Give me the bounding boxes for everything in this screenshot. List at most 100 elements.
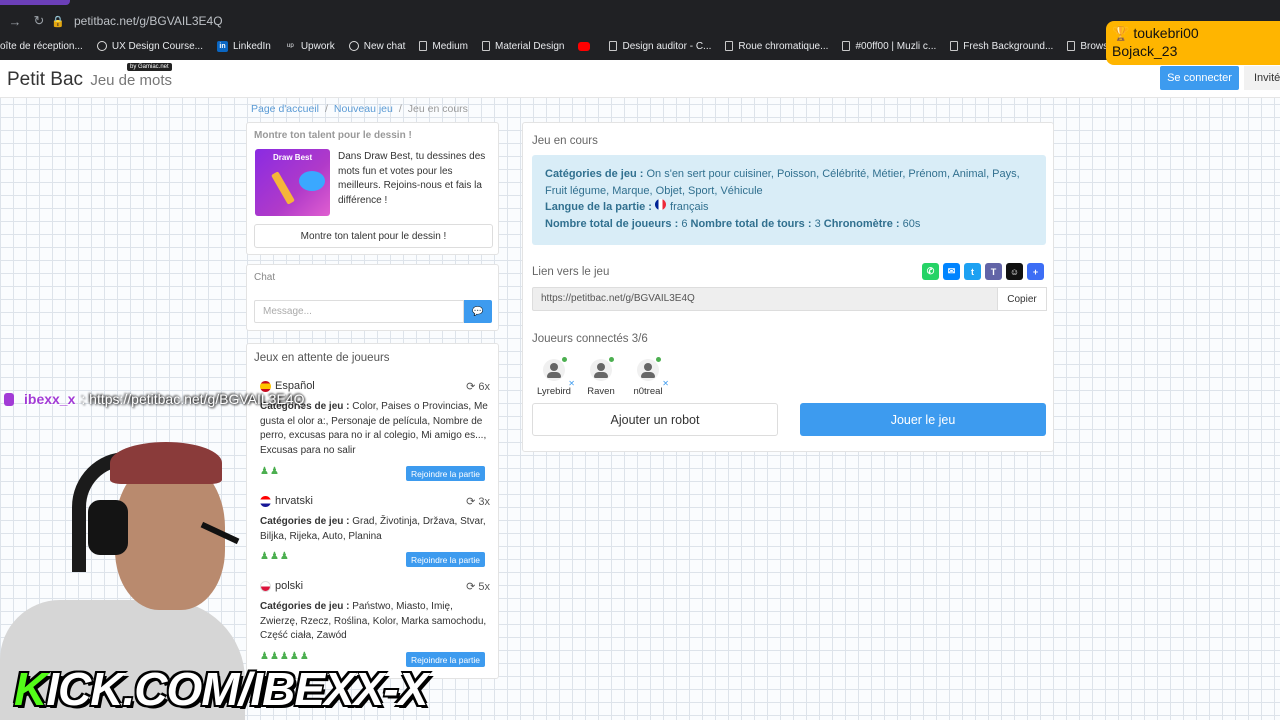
- remove-player-icon[interactable]: ✕: [662, 379, 669, 388]
- teams-icon[interactable]: T: [985, 263, 1002, 280]
- youtube-icon: [578, 41, 591, 51]
- game-categories: Catégories de jeu : Grad, Životinja, Drž…: [260, 516, 486, 542]
- speech-bubble-icon: [299, 171, 325, 191]
- current-game-title: Jeu en cours: [532, 135, 598, 147]
- game-categories: Catégories de jeu : On s'en sert pour cu…: [545, 168, 1020, 197]
- draw-best-image[interactable]: Draw Best: [255, 149, 330, 216]
- chat-message-input[interactable]: Message...: [254, 300, 464, 323]
- game-link-input[interactable]: https://petitbac.net/g/BGVAIL3E4Q: [532, 287, 998, 311]
- lock-icon[interactable]: 🔒: [48, 15, 68, 28]
- refresh-icon: ⟳: [466, 496, 479, 508]
- kick-channel-watermark: KICK.COM/IBEXX-X: [14, 663, 428, 715]
- join-game-button[interactable]: Rejoindre la partie: [406, 466, 485, 481]
- online-status-icon: [656, 357, 661, 362]
- bookmark-muzli[interactable]: #00ff00 | Muzli c...: [842, 41, 936, 52]
- upwork-icon: ᵘᵖ: [286, 41, 294, 51]
- messenger-icon[interactable]: ✉: [943, 263, 960, 280]
- bookmark-youtube[interactable]: [578, 41, 595, 51]
- copy-link-button[interactable]: Copier: [998, 287, 1047, 311]
- doc-icon: [481, 41, 490, 51]
- snapchat-icon[interactable]: ☺: [1006, 263, 1023, 280]
- breadcrumb-separator: /: [398, 103, 402, 115]
- doc-icon: [950, 41, 959, 51]
- join-game-button[interactable]: Rejoindre la partie: [406, 552, 485, 567]
- webcam-beanie: [110, 442, 222, 484]
- croatia-flag-icon: [260, 495, 271, 507]
- breadcrumb-current: Jeu en cours: [407, 103, 468, 115]
- forward-icon[interactable]: →: [6, 14, 24, 29]
- doc-icon: [609, 41, 618, 51]
- chat-badge-icon: [4, 392, 14, 406]
- game-language: hrvatski: [260, 495, 313, 507]
- bookmark-upwork[interactable]: ᵘᵖ Upwork: [285, 41, 335, 52]
- share-buttons: ✆ ✉ t T ☺ +: [922, 263, 1044, 280]
- breadcrumb: Page d'accueil / Nouveau jeu / Jeu en co…: [251, 103, 468, 115]
- france-flag-icon: [655, 199, 667, 210]
- brush-icon: [271, 171, 295, 205]
- circle-icon: [96, 41, 107, 51]
- player-n0treal[interactable]: ✕ n0treal: [626, 357, 670, 397]
- linkedin-icon: in: [217, 40, 228, 52]
- game-categories: Catégories de jeu : Color, Paises o Prov…: [260, 401, 488, 456]
- promo-description: Dans Draw Best, tu dessines des mots fun…: [338, 151, 486, 206]
- doc-icon: [419, 41, 428, 51]
- game-players-icon: ♟♟♟♟♟: [260, 651, 310, 662]
- whatsapp-icon[interactable]: ✆: [922, 263, 939, 280]
- site-logo[interactable]: Petit Bac Jeu de mots: [7, 69, 172, 91]
- bookmark-new-chat[interactable]: New chat: [348, 41, 405, 52]
- login-button[interactable]: Se connecter: [1160, 66, 1239, 90]
- promo-button[interactable]: Montre ton talent pour le dessin !: [254, 224, 493, 248]
- doc-icon: [725, 41, 734, 51]
- bookmark-roue-chromatique[interactable]: Roue chromatique...: [725, 41, 828, 52]
- chat-label: Chat: [254, 272, 276, 283]
- online-status-icon: [562, 357, 567, 362]
- send-icon: 💬: [472, 306, 484, 316]
- bookmark-medium[interactable]: Medium: [419, 41, 468, 52]
- breadcrumb-separator: /: [324, 103, 328, 115]
- doc-icon: [1067, 41, 1076, 51]
- player-raven[interactable]: Raven: [579, 357, 623, 397]
- browser-chrome: → ↻ 🔒 petitbac.net/g/BGVAIL3E4Q oîte de …: [0, 0, 1280, 60]
- player-lyrebird[interactable]: ✕ Lyrebird: [532, 357, 576, 397]
- bookmark-design-auditor[interactable]: Design auditor - C...: [609, 41, 711, 52]
- refresh-icon: ⟳: [466, 581, 479, 593]
- play-game-button[interactable]: Jouer le jeu: [800, 403, 1046, 436]
- twitter-icon[interactable]: t: [964, 263, 981, 280]
- stream-top-viewers-overlay: 🏆 toukebri00 Bojack_23: [1106, 21, 1280, 65]
- game-link-label: Lien vers le jeu: [532, 266, 610, 278]
- gamiac-badge: by Gamiac.net: [127, 63, 172, 71]
- url-text[interactable]: petitbac.net/g/BGVAIL3E4Q: [74, 14, 223, 28]
- breadcrumb-home[interactable]: Page d'accueil: [251, 103, 319, 115]
- breadcrumb-new-game[interactable]: Nouveau jeu: [334, 103, 393, 115]
- add-robot-button[interactable]: Ajouter un robot: [532, 403, 778, 436]
- chat-card: Chat Message... 💬: [246, 264, 499, 331]
- guest-menu[interactable]: Invité: [1244, 66, 1280, 90]
- trophy-icon: 🏆: [1112, 25, 1130, 41]
- user-avatar-icon: [637, 357, 661, 381]
- bookmarks-bar: oîte de réception... UX Design Course...…: [0, 37, 1148, 55]
- bookmark-linkedin[interactable]: in LinkedIn: [217, 40, 271, 52]
- reload-icon[interactable]: ↻: [30, 13, 48, 29]
- address-bar[interactable]: → ↻ 🔒 petitbac.net/g/BGVAIL3E4Q: [0, 10, 223, 32]
- game-players-icon: ♟♟: [260, 466, 280, 477]
- share-plus-icon[interactable]: +: [1027, 263, 1044, 280]
- chat-send-button[interactable]: 💬: [464, 300, 492, 323]
- remove-player-icon[interactable]: ✕: [568, 379, 575, 388]
- game-rounds: ⟳ 3x: [466, 496, 490, 508]
- openai-icon: [348, 41, 359, 51]
- promo-label: Montre ton talent pour le dessin !: [254, 130, 412, 141]
- game-players-icon: ♟♟♟: [260, 551, 290, 562]
- bookmark-inbox[interactable]: oîte de réception...: [0, 41, 83, 52]
- user-avatar-icon: [590, 357, 614, 381]
- game-rounds: ⟳ 5x: [466, 581, 490, 593]
- active-tab[interactable]: [0, 0, 70, 5]
- bookmark-material-design[interactable]: Material Design: [481, 41, 564, 52]
- current-game-card: Jeu en cours Catégories de jeu : On s'en…: [522, 122, 1054, 452]
- game-categories: Catégories de jeu : Państwo, Miasto, Imi…: [260, 601, 487, 641]
- spain-flag-icon: [260, 380, 271, 392]
- bookmark-ux-course[interactable]: UX Design Course...: [96, 41, 203, 52]
- draw-best-title: Draw Best: [273, 153, 313, 162]
- bookmark-fresh-background[interactable]: Fresh Background...: [950, 41, 1053, 52]
- refresh-icon: ⟳: [466, 381, 479, 393]
- doc-icon: [842, 41, 851, 51]
